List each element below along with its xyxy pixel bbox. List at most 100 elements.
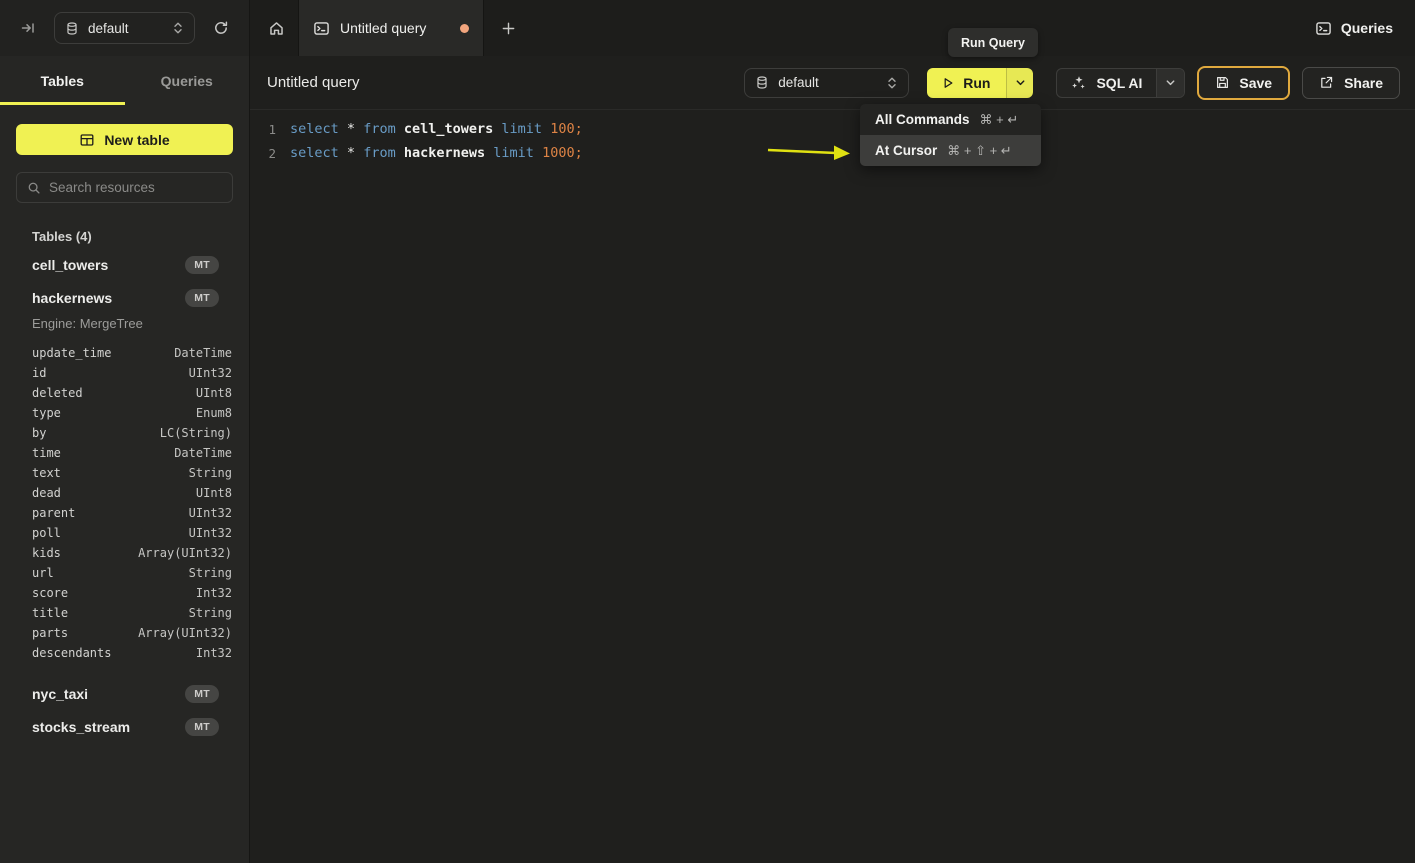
menu-item-all-commands[interactable]: All Commands⌘ + ↵	[860, 104, 1041, 135]
run-button-group: Run	[927, 68, 1033, 98]
tab-untitled-query[interactable]: Untitled query	[298, 0, 484, 56]
column-row[interactable]: parts Array(UInt32)	[32, 623, 232, 643]
column-type: UInt32	[189, 526, 232, 540]
refresh-button[interactable]	[205, 12, 237, 44]
sidebar: Tables Queries New table Tables (4) cell…	[0, 56, 250, 863]
column-row[interactable]: parentUInt32	[32, 503, 232, 523]
tables-section-title: Tables (4)	[32, 229, 249, 244]
new-table-button[interactable]: New table	[16, 124, 233, 155]
code-text: select * from hackernews limit 1000;	[290, 145, 583, 161]
column-row[interactable]: kidsArray(UInt32)	[32, 543, 232, 563]
engine-badge: MT	[185, 718, 219, 736]
column-type: Array(UInt32)	[138, 626, 232, 640]
menu-item-at-cursor[interactable]: At Cursor ⌘ + ⇧ + ↵	[860, 135, 1041, 166]
column-name: url	[32, 566, 54, 580]
column-row[interactable]: textString	[32, 463, 232, 483]
engine-label: Engine: MergeTree	[0, 314, 249, 341]
column-name: update_time	[32, 346, 111, 360]
new-tab-button[interactable]	[492, 12, 524, 44]
save-button[interactable]: Save	[1197, 66, 1290, 100]
chevron-down-icon	[1015, 77, 1026, 88]
column-type: Int32	[196, 646, 232, 660]
column-row[interactable]: timeDateTime	[32, 443, 232, 463]
engine-badge: MT	[185, 289, 219, 307]
column-name: by	[32, 426, 46, 440]
search-icon	[27, 181, 41, 195]
query-title: Untitled query	[267, 74, 744, 91]
column-type: DateTime	[174, 346, 232, 360]
column-name: time	[32, 446, 61, 460]
column-row[interactable]: url String	[32, 563, 232, 583]
terminal-icon	[313, 20, 330, 37]
menu-item-shortcut: ⌘ + ⇧ + ↵	[947, 143, 1011, 159]
share-button[interactable]: Share	[1302, 67, 1400, 99]
query-header: Untitled query default	[250, 56, 1415, 110]
column-row[interactable]: title String	[32, 603, 232, 623]
sql-editor[interactable]: 1 select * from cell_towers limit 100; 2 se…	[250, 110, 1415, 165]
sql-ai-caret[interactable]	[1156, 69, 1184, 97]
query-database-select[interactable]: default	[744, 68, 909, 98]
save-button-label: Save	[1239, 75, 1272, 91]
save-icon	[1215, 75, 1230, 90]
search-resources-input[interactable]	[49, 180, 226, 195]
topbar-database-select[interactable]: default	[54, 12, 195, 44]
sql-ai-button-label: SQL AI	[1096, 75, 1142, 91]
code-line[interactable]: 1 select * from cell_towers limit 100;	[250, 117, 1415, 141]
column-row[interactable]: scoreInt32	[32, 583, 232, 603]
column-row[interactable]: deadUInt8	[32, 483, 232, 503]
column-row[interactable]: deletedUInt8	[32, 383, 232, 403]
sql-ai-button[interactable]: SQL AI	[1057, 69, 1156, 97]
column-name: text	[32, 466, 61, 480]
column-type: UInt32	[189, 506, 232, 520]
share-button-label: Share	[1344, 75, 1383, 91]
line-number: 1	[250, 122, 276, 137]
sidebar-tab-tables-label: Tables	[41, 73, 84, 89]
table-row-hackernews[interactable]: hackernewsMT	[0, 281, 249, 314]
column-name: kids	[32, 546, 61, 560]
refresh-icon	[213, 20, 229, 36]
column-row[interactable]: update_time DateTime	[32, 343, 232, 363]
run-button-label: Run	[963, 75, 990, 91]
column-type: UInt32	[189, 366, 232, 380]
table-row-stocks_stream[interactable]: stocks_streamMT	[0, 710, 249, 743]
database-icon	[65, 21, 79, 36]
column-name: title	[32, 606, 68, 620]
sidebar-tab-queries-label: Queries	[161, 73, 213, 89]
menu-item-label: At Cursor	[875, 143, 937, 158]
sidebar-tab-queries[interactable]: Queries	[125, 56, 250, 105]
column-name: type	[32, 406, 61, 420]
tab-title: Untitled query	[340, 20, 450, 36]
queries-button-label: Queries	[1341, 20, 1393, 36]
code-line[interactable]: 2 select * from hackernews limit 1000;	[250, 141, 1415, 165]
query-database-value: default	[778, 75, 877, 90]
column-name: score	[32, 586, 68, 600]
topbar-right: Queries	[1315, 0, 1415, 56]
column-row[interactable]: pollUInt32	[32, 523, 232, 543]
table-name: stocks_stream	[32, 719, 185, 735]
table-name: cell_towers	[32, 257, 185, 273]
home-button[interactable]	[260, 12, 292, 44]
column-row[interactable]: descendants Int32	[32, 643, 232, 663]
code-text: select * from cell_towers limit 100;	[290, 121, 583, 137]
run-options-caret[interactable]	[1006, 68, 1033, 98]
play-icon	[941, 76, 955, 90]
sidebar-tab-tables[interactable]: Tables	[0, 56, 125, 105]
collapse-sidebar-button[interactable]	[12, 12, 44, 44]
column-row[interactable]: typeEnum8	[32, 403, 232, 423]
table-row-cell_towers[interactable]: cell_towersMT	[0, 248, 249, 281]
new-table-button-label: New table	[104, 132, 169, 148]
column-row[interactable]: id UInt32	[32, 363, 232, 383]
run-button[interactable]: Run	[927, 68, 1006, 98]
column-type: String	[189, 606, 232, 620]
column-name: descendants	[32, 646, 111, 660]
column-row[interactable]: byLC(String)	[32, 423, 232, 443]
line-number: 2	[250, 146, 276, 161]
column-name: parts	[32, 626, 68, 640]
column-name: id	[32, 366, 46, 380]
updown-chevron-icon	[886, 76, 898, 90]
queries-button[interactable]: Queries	[1315, 20, 1393, 37]
column-type: String	[189, 566, 232, 580]
table-row-nyc_taxi[interactable]: nyc_taxiMT	[0, 677, 249, 710]
engine-badge: MT	[185, 685, 219, 703]
topbar: default	[0, 0, 1415, 56]
